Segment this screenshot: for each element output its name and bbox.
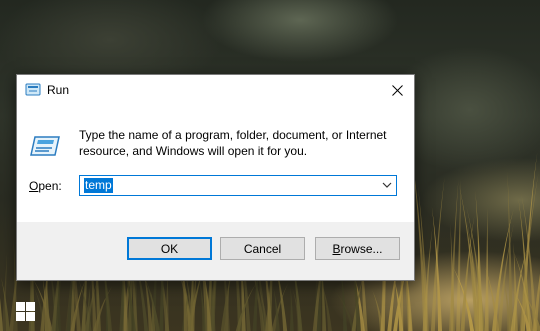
open-label-text: pen: — [38, 179, 62, 193]
ok-button[interactable]: OK — [127, 237, 212, 260]
run-icon — [30, 136, 60, 156]
dialog-title: Run — [47, 83, 70, 97]
open-input-value[interactable]: temp — [84, 178, 113, 193]
browse-accelerator: B — [332, 242, 341, 256]
dialog-content: Type the name of a program, folder, docu… — [17, 106, 414, 222]
windows-logo-icon[interactable] — [16, 302, 35, 321]
run-icon — [25, 83, 41, 96]
close-button[interactable] — [380, 75, 414, 106]
dialog-description: Type the name of a program, folder, docu… — [79, 128, 387, 158]
browse-button[interactable]: Browse... — [315, 237, 400, 260]
open-label: Open: — [29, 179, 62, 193]
chevron-down-icon[interactable] — [382, 181, 392, 189]
cancel-button[interactable]: Cancel — [220, 237, 305, 260]
grass-blade — [289, 285, 294, 331]
open-label-accelerator: O — [29, 179, 39, 193]
browse-text: rowse... — [340, 242, 383, 256]
run-dialog: Run Type the name of a program, folder, … — [16, 74, 415, 281]
open-combobox[interactable]: temp — [79, 175, 397, 196]
close-icon — [391, 85, 403, 96]
grass-blade — [484, 207, 489, 331]
title-bar[interactable]: Run — [17, 75, 414, 106]
